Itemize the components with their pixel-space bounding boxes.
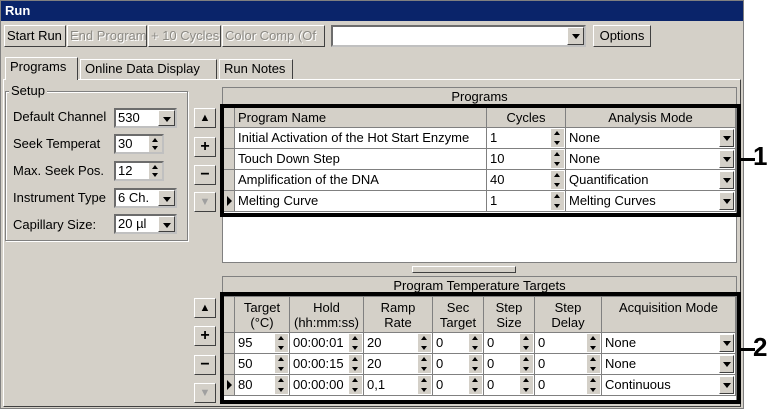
end-program-button[interactable]: End Program — [67, 25, 147, 47]
max-seek-pos-label: Max. Seek Pos. — [13, 163, 105, 178]
programs-highlight-box — [220, 104, 741, 217]
chevron-down-icon[interactable] — [158, 216, 175, 232]
spin-arrows-icon[interactable] — [149, 163, 162, 179]
spin-arrows-icon[interactable] — [149, 136, 162, 152]
chevron-down-icon[interactable] — [158, 110, 175, 126]
panel-splitter[interactable] — [412, 266, 516, 273]
move-down-target-button[interactable]: ▼ — [194, 383, 216, 403]
options-button[interactable]: Options — [593, 25, 651, 47]
default-channel-value: 530 — [118, 110, 140, 125]
targets-highlight-box — [220, 292, 741, 404]
remove-program-button[interactable]: − — [194, 165, 216, 185]
default-channel-select[interactable]: 530 — [114, 108, 177, 128]
program-select[interactable] — [331, 25, 586, 47]
max-seek-pos-value: 12 — [118, 163, 133, 178]
tab-online-data-display[interactable]: Online Data Display — [80, 59, 217, 79]
chevron-down-icon[interactable] — [158, 190, 175, 206]
capillary-size-label: Capillary Size: — [13, 217, 97, 232]
add-target-button[interactable]: + — [194, 326, 216, 346]
color-comp-button[interactable]: Color Comp (Of — [222, 25, 325, 47]
move-up-program-button[interactable]: ▲ — [194, 108, 216, 128]
tab-programs[interactable]: Programs — [5, 57, 78, 80]
add-program-button[interactable]: + — [194, 137, 216, 157]
setup-title: Setup — [9, 83, 47, 98]
instrument-type-select[interactable]: 6 Ch. — [114, 188, 177, 208]
capillary-size-select[interactable]: 20 µl — [114, 214, 177, 234]
chevron-down-icon[interactable] — [567, 27, 584, 45]
instrument-type-label: Instrument Type — [13, 190, 106, 205]
instrument-type-value: 6 Ch. — [118, 190, 150, 205]
seek-temperature-input[interactable]: 30 — [114, 134, 164, 154]
window-title: Run — [1, 1, 743, 21]
callout-label-2: 2 — [753, 332, 768, 362]
tab-run-notes[interactable]: Run Notes — [219, 59, 293, 79]
seek-temperature-label: Seek Temperat — [13, 136, 101, 151]
move-up-target-button[interactable]: ▲ — [194, 298, 216, 318]
start-run-button[interactable]: Start Run — [4, 25, 66, 47]
capillary-size-value: 20 µl — [118, 216, 147, 231]
max-seek-pos-input[interactable]: 12 — [114, 161, 164, 181]
callout-label-1: 1 — [753, 141, 768, 171]
default-channel-label: Default Channel — [13, 109, 107, 124]
add-10-cycles-button[interactable]: + 10 Cycles — [148, 25, 221, 47]
remove-target-button[interactable]: − — [194, 355, 216, 375]
seek-temperature-value: 30 — [118, 136, 133, 151]
move-down-program-button[interactable]: ▼ — [194, 192, 216, 212]
